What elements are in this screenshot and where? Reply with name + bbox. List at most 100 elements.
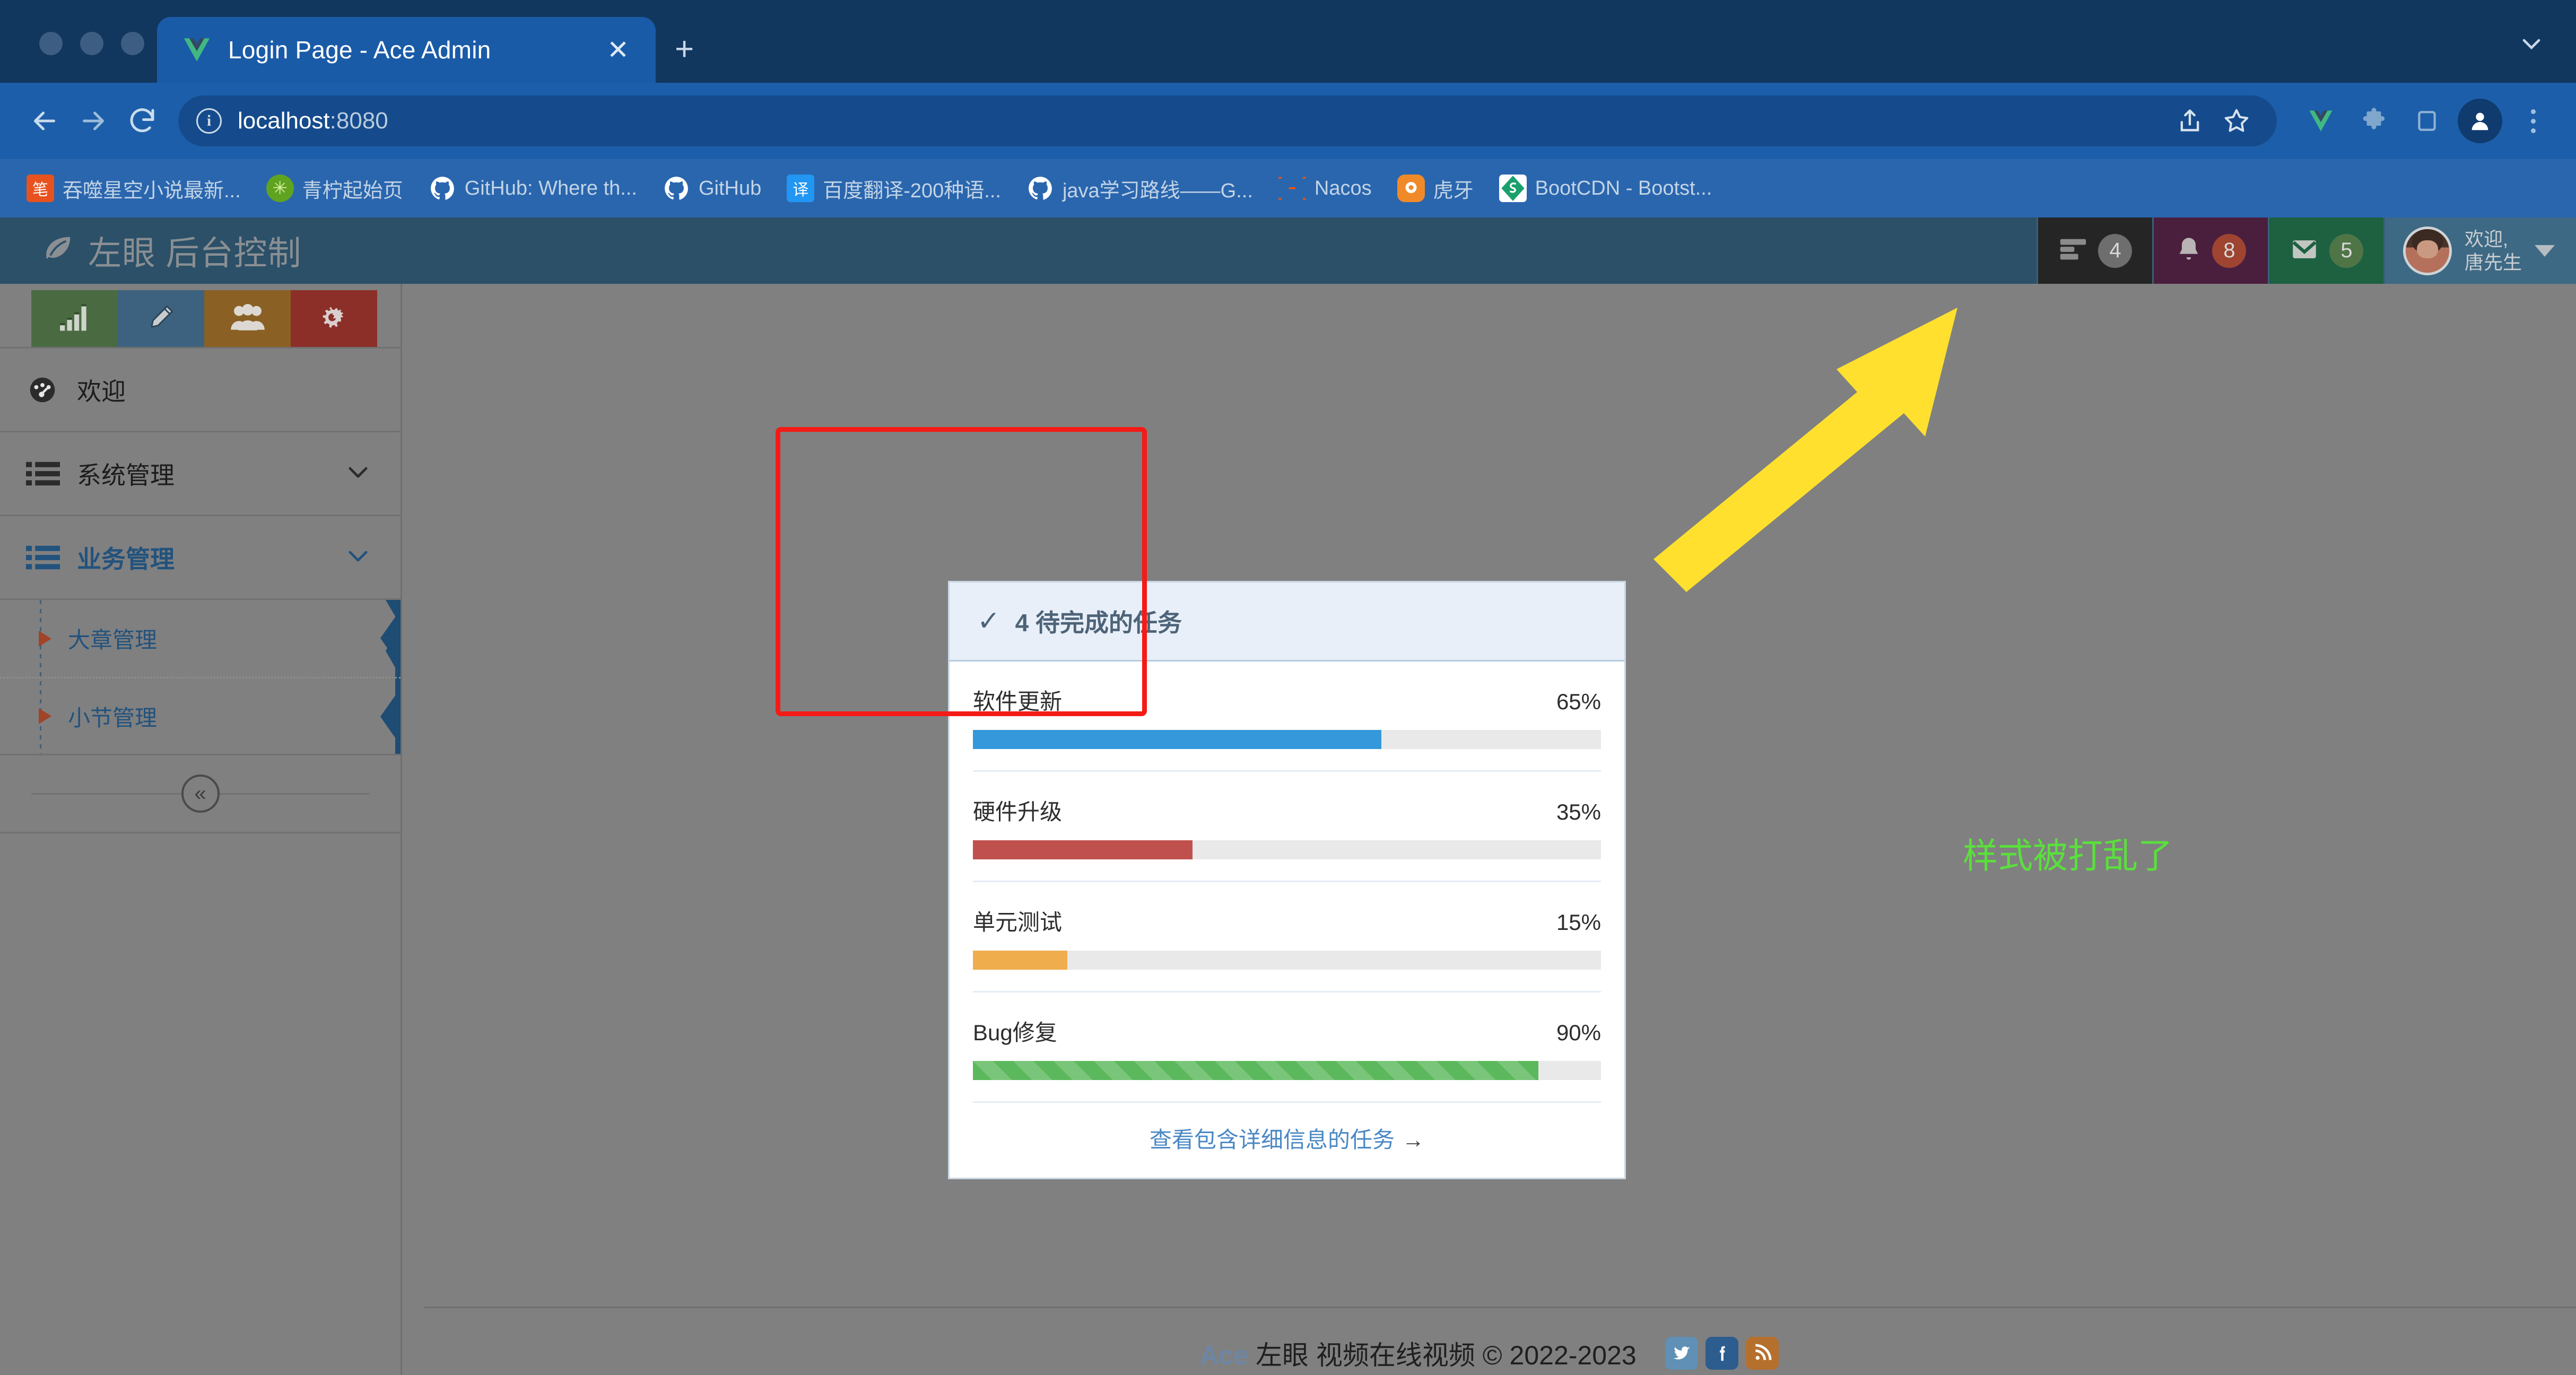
pending-tasks-card: ✓ 4 待完成的任务 软件更新 65% 硬件升级 35% 单元测试 15% Bu… — [948, 581, 1626, 1179]
minimize-window-dot[interactable] — [80, 32, 103, 55]
sidebar-quick-actions — [0, 284, 401, 347]
sidebar-subitem-section-management[interactable]: 小节管理 — [0, 677, 401, 754]
site-info-icon[interactable]: i — [196, 108, 222, 134]
task-row: 单元测试 15% — [973, 882, 1601, 993]
page-footer: Ace 左眼 视频在线视频 © 2022-2023 — [402, 1334, 2576, 1372]
extensions-puzzle-icon[interactable] — [2350, 97, 2398, 145]
share-icon[interactable] — [2168, 99, 2212, 143]
bookmark-favicon: 笔 — [27, 175, 54, 202]
chevron-down-icon — [2535, 245, 2555, 257]
leaf-icon — [41, 233, 74, 268]
bookmark-label: Nacos — [1314, 177, 1372, 199]
sidebar-item-label: 业务管理 — [77, 545, 175, 573]
bookmark-item[interactable]: java学习路线——G... — [1014, 174, 1266, 203]
header-messages-button[interactable]: 5 — [2267, 217, 2383, 284]
sidebar-item-label: 系统管理 — [77, 461, 175, 489]
task-percent: 65% — [1556, 689, 1601, 714]
header-notifications-button[interactable]: 8 — [2152, 217, 2268, 284]
url-text: localhost:8080 — [238, 108, 388, 134]
users-group-icon — [230, 302, 265, 335]
task-percent: 35% — [1556, 799, 1601, 824]
card-header: ✓ 4 待完成的任务 — [950, 582, 1624, 662]
vue-logo-icon — [181, 34, 212, 65]
bookmark-label: 百度翻译-200种语... — [823, 179, 1001, 202]
card-body: 软件更新 65% 硬件升级 35% 单元测试 15% Bug修复 90% 查看包… — [950, 662, 1624, 1178]
task-name: 单元测试 — [973, 910, 1063, 935]
progress-fill — [973, 840, 1193, 859]
footer-social-links — [1665, 1337, 1779, 1370]
task-row: Bug修复 90% — [973, 993, 1601, 1103]
github-icon — [1026, 175, 1054, 202]
bookmark-item[interactable]: BootCDN - Bootst... — [1486, 175, 1725, 202]
bookmark-item[interactable]: 虎牙 — [1385, 174, 1486, 203]
card-footer: 查看包含详细信息的任务 → — [973, 1103, 1601, 1178]
bookmark-item[interactable]: ✳ 青柠起始页 — [254, 174, 416, 203]
chrome-menu-kebab-icon[interactable] — [2509, 97, 2557, 145]
maximize-window-dot[interactable] — [121, 32, 144, 55]
bookmark-label: BootCDN - Bootst... — [1535, 177, 1712, 199]
facebook-icon[interactable] — [1705, 1337, 1738, 1370]
github-icon — [429, 175, 456, 202]
footer-text: Ace 左眼 视频在线视频 © 2022-2023 — [1199, 1341, 1637, 1370]
close-window-dot[interactable] — [39, 32, 63, 55]
vue-devtools-icon[interactable] — [2297, 97, 2345, 145]
chevron-down-icon — [343, 541, 373, 573]
progress-track — [973, 951, 1601, 970]
nacos-icon: [-] — [1278, 175, 1306, 202]
task-name: 硬件升级 — [973, 799, 1063, 824]
user-greeting: 欢迎, 唐先生 — [2464, 228, 2522, 273]
bookmark-item[interactable]: 译 百度翻译-200种语... — [774, 174, 1014, 203]
bookmark-item[interactable]: GitHub: Where th... — [416, 175, 650, 202]
sidebar-subitem-label: 大章管理 — [68, 628, 158, 652]
list-icon — [26, 544, 77, 571]
quick-action-settings[interactable] — [291, 290, 377, 347]
bookmark-label: 吞噬星空小说最新... — [63, 179, 241, 202]
reload-icon[interactable] — [118, 97, 167, 145]
view-task-details-link[interactable]: 查看包含详细信息的任务 → — [1150, 1127, 1424, 1152]
profile-avatar-icon[interactable] — [2456, 97, 2504, 145]
new-tab-button[interactable]: + — [675, 30, 694, 68]
sidebar-subitem-chapter-management[interactable]: 大章管理 — [0, 600, 401, 677]
sidebar-item-label: 欢迎 — [77, 377, 126, 405]
tab-title: Login Page - Ace Admin — [228, 36, 491, 64]
progress-fill — [973, 951, 1067, 970]
sidepanel-icon[interactable] — [2403, 97, 2451, 145]
user-menu[interactable]: 欢迎, 唐先生 — [2383, 217, 2576, 284]
footer-divider — [424, 1307, 2576, 1308]
progress-track — [973, 730, 1601, 749]
sidebar-item-system-management[interactable]: 系统管理 — [0, 432, 401, 516]
window-traffic-lights[interactable] — [0, 32, 144, 83]
quick-action-users[interactable] — [204, 290, 291, 347]
task-percent: 90% — [1556, 1020, 1601, 1045]
back-icon[interactable] — [20, 97, 69, 145]
twitter-icon[interactable] — [1665, 1337, 1698, 1370]
task-name: 软件更新 — [973, 689, 1063, 714]
sidebar-collapse-button[interactable]: « — [181, 774, 220, 813]
bookmark-item[interactable]: 笔 吞噬星空小说最新... — [14, 174, 254, 203]
bootcdn-icon — [1499, 175, 1527, 202]
header-tasks-button[interactable]: 4 — [2036, 217, 2152, 284]
bookmark-item[interactable]: [-] Nacos — [1266, 175, 1385, 202]
web-page-content: 左眼 后台控制 4 8 5 欢迎, 唐先生 欢迎 系统管理 业务管理 大章管理 … — [0, 217, 2576, 1375]
quick-action-edit[interactable] — [118, 290, 204, 347]
task-percent: 15% — [1556, 910, 1601, 935]
submenu-pointer-icon — [380, 600, 401, 677]
close-icon[interactable]: ✕ — [596, 37, 640, 63]
sidebar-submenu: 大章管理 小节管理 — [0, 600, 401, 754]
bookmark-item[interactable]: GitHub — [650, 175, 774, 202]
app-brand[interactable]: 左眼 后台控制 — [0, 217, 302, 284]
rss-icon[interactable] — [1745, 1337, 1779, 1370]
bookmark-label: GitHub: Where th... — [464, 177, 637, 199]
browser-tab[interactable]: Login Page - Ace Admin ✕ — [157, 17, 656, 83]
bookmark-star-icon[interactable] — [2214, 99, 2259, 143]
quick-action-stats[interactable] — [31, 290, 118, 347]
forward-icon[interactable] — [69, 97, 118, 145]
sidebar-item-business-management[interactable]: 业务管理 — [0, 516, 401, 600]
address-bar[interactable]: i localhost:8080 — [178, 95, 2277, 146]
check-icon: ✓ — [977, 606, 1000, 637]
sidebar-item-welcome[interactable]: 欢迎 — [0, 349, 401, 432]
tasks-list-icon — [2058, 234, 2088, 267]
chevron-down-icon — [343, 457, 373, 490]
tab-list-chevron-icon[interactable] — [2517, 29, 2546, 62]
app-title: 左眼 后台控制 — [88, 235, 302, 272]
